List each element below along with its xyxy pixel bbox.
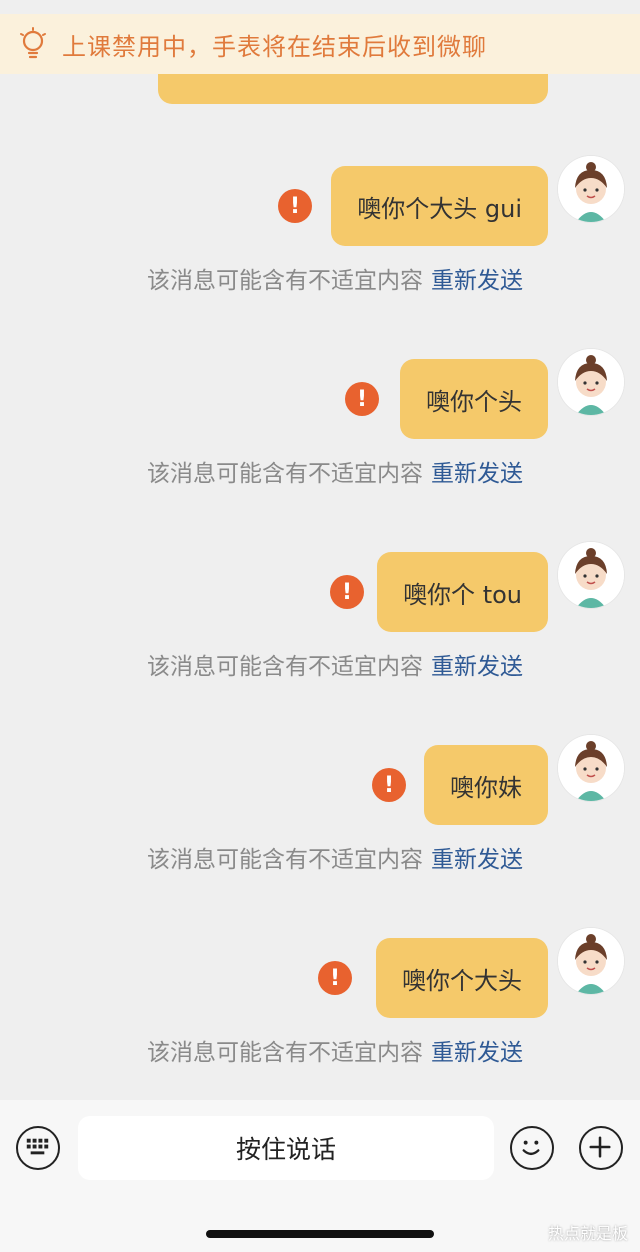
avatar[interactable] [558,349,624,415]
chat-area[interactable]: 噢你个大头 gui ! 该消息可能含有不适宜内容 重新发送 噢你个头 ! 该消息… [0,0,640,1100]
message-row: 噢你个大头 ! 该消息可能含有不适宜内容 重新发送 [0,928,640,1100]
notice-text: 该消息可能含有不适宜内容 [147,461,423,487]
message-bubble[interactable]: 噢你个大头 gui [331,166,548,246]
message-bubble[interactable]: 噢你妹 [424,745,548,825]
resend-link[interactable]: 重新发送 [431,461,523,487]
watermark: 热点就是板 [547,1224,628,1243]
message-bubble[interactable]: 噢你个 tou [377,552,548,632]
message-row: 噢你个 tou ! 该消息可能含有不适宜内容 重新发送 [0,542,640,722]
banner-text: 上课禁用中，手表将在结束后收到微聊 [62,32,487,61]
message-text: 噢你妹 [450,773,522,802]
message-text: 噢你个 tou [403,580,522,609]
content-warning-notice: 该消息可能含有不适宜内容 重新发送 [147,1033,523,1067]
content-warning-notice: 该消息可能含有不适宜内容 重新发送 [147,647,523,681]
message-bubble[interactable]: 噢你个头 [400,359,548,439]
message-text: 噢你个头 [426,387,522,416]
message-text: 噢你个大头 gui [357,194,522,223]
home-indicator[interactable] [206,1230,434,1238]
notice-text: 该消息可能含有不适宜内容 [147,1040,423,1066]
notice-text: 该消息可能含有不适宜内容 [147,654,423,680]
warning-icon[interactable]: ! [278,189,312,223]
hold-to-talk-label: 按住说话 [235,1135,336,1164]
content-warning-notice: 该消息可能含有不适宜内容 重新发送 [147,840,523,874]
avatar[interactable] [558,928,624,994]
resend-link[interactable]: 重新发送 [431,847,523,873]
message-bubble[interactable]: 噢你个大头 [376,938,548,1018]
content-warning-notice: 该消息可能含有不适宜内容 重新发送 [147,454,523,488]
plus-icon[interactable] [579,1126,623,1170]
message-text: 噢你个大头 [402,966,522,995]
lightbulb-icon [20,27,46,59]
warning-icon[interactable]: ! [372,768,406,802]
avatar[interactable] [558,542,624,608]
message-row: 噢你个大头 gui ! 该消息可能含有不适宜内容 重新发送 [0,156,640,336]
input-bar: 按住说话 热点就是板 [0,1100,640,1252]
content-warning-notice: 该消息可能含有不适宜内容 重新发送 [147,261,523,295]
notice-text: 该消息可能含有不适宜内容 [147,847,423,873]
class-mode-banner: 上课禁用中，手表将在结束后收到微聊 [0,14,640,74]
message-row: 噢你妹 ! 该消息可能含有不适宜内容 重新发送 [0,735,640,915]
resend-link[interactable]: 重新发送 [431,654,523,680]
resend-link[interactable]: 重新发送 [431,268,523,294]
avatar[interactable] [558,735,624,801]
keyboard-icon[interactable] [16,1126,60,1170]
warning-icon[interactable]: ! [318,961,352,995]
message-row: 噢你个头 ! 该消息可能含有不适宜内容 重新发送 [0,349,640,529]
avatar[interactable] [558,156,624,222]
hold-to-talk-button[interactable]: 按住说话 [78,1116,494,1180]
resend-link[interactable]: 重新发送 [431,1040,523,1066]
emoji-icon[interactable] [510,1126,554,1170]
notice-text: 该消息可能含有不适宜内容 [147,268,423,294]
warning-icon[interactable]: ! [330,575,364,609]
warning-icon[interactable]: ! [345,382,379,416]
